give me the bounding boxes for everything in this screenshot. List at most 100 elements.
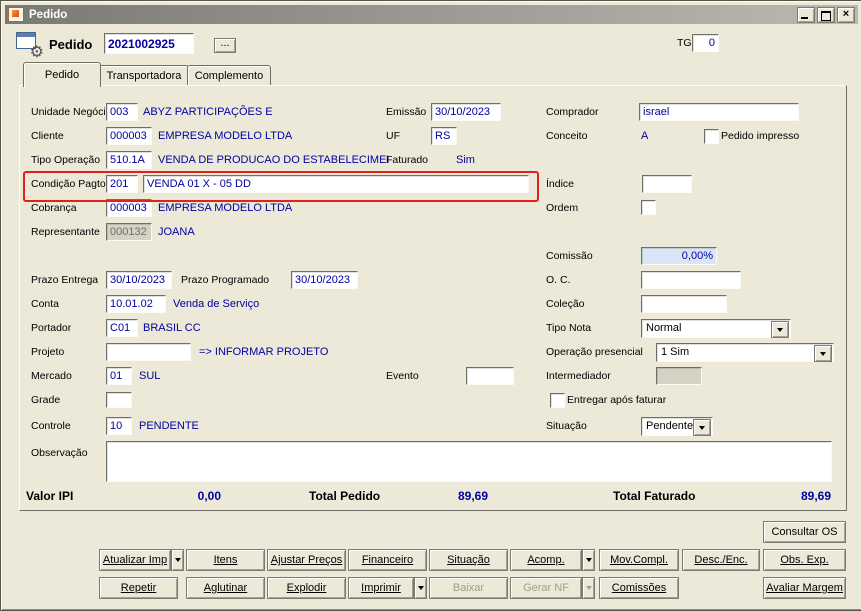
itens-label: Itens	[213, 554, 238, 566]
imprimir-button[interactable]: Imprimir	[348, 577, 414, 599]
indice-input[interactable]	[642, 175, 692, 193]
order-browse-label: ...	[220, 37, 230, 49]
tg-label: TG	[677, 37, 692, 49]
comprador-label: Comprador	[546, 106, 599, 118]
mov-compl-label: Mov.Compl.	[610, 554, 668, 566]
prazo-programado-label: Prazo Programado	[181, 274, 270, 286]
unidade-negocio-code-input[interactable]	[106, 103, 138, 121]
conta-code-input[interactable]	[106, 295, 166, 313]
pedido-impresso-checkbox[interactable]	[704, 129, 719, 144]
desc-enc-button[interactable]: Desc./Enc.	[682, 549, 760, 571]
pedido-impresso-label: Pedido impresso	[721, 130, 800, 142]
tg-input[interactable]	[692, 34, 719, 52]
conceito-value: A	[641, 130, 649, 142]
operacao-presencial-dropdown-button[interactable]	[814, 345, 832, 362]
atualizar-imp-button[interactable]: Atualizar Imp	[99, 549, 171, 571]
acomp-button[interactable]: Acomp.	[510, 549, 582, 571]
window-glyph-bar	[17, 33, 35, 37]
cliente-code-input[interactable]	[106, 127, 152, 145]
operacao-presencial-select[interactable]: 1 Sim	[656, 343, 834, 362]
comissao-label: Comissão	[546, 250, 593, 262]
close-button[interactable]: ×	[837, 6, 855, 23]
oc-input[interactable]	[641, 271, 741, 289]
entregar-apos-faturar-checkbox[interactable]	[550, 393, 565, 408]
explodir-button[interactable]: Explodir	[267, 577, 346, 599]
observacao-label: Observação	[31, 447, 88, 459]
comissoes-button[interactable]: Comissões	[599, 577, 679, 599]
comissao-input[interactable]	[641, 247, 717, 265]
avaliar-margem-button[interactable]: Avaliar Margem	[763, 577, 846, 599]
atualizar-imp-dropdown-button[interactable]	[171, 549, 184, 571]
controle-code-input[interactable]	[106, 417, 132, 435]
repetir-label: Repetir	[120, 582, 157, 594]
window-controls: ×	[797, 6, 855, 23]
situacao-button[interactable]: Situação	[429, 549, 508, 571]
imprimir-label: Imprimir	[361, 582, 401, 594]
total-pedido-label: Total Pedido	[309, 489, 381, 503]
chevron-down-icon	[699, 425, 705, 430]
itens-button[interactable]: Itens	[186, 549, 265, 571]
portador-code-input[interactable]	[106, 319, 138, 337]
emissao-label: Emissão	[386, 106, 427, 118]
faturado-label: Faturado	[386, 154, 429, 166]
faturado-value: Sim	[456, 154, 475, 166]
condicao-pagto-code-input[interactable]	[106, 175, 138, 193]
comprador-input[interactable]	[639, 103, 799, 121]
mercado-code-input[interactable]	[106, 367, 132, 385]
valor-ipi-label: Valor IPI	[26, 489, 74, 503]
maximize-button[interactable]	[817, 6, 835, 23]
emissao-input[interactable]	[431, 103, 501, 121]
acomp-label: Acomp.	[527, 554, 565, 566]
evento-input[interactable]	[466, 367, 514, 385]
maximize-icon	[821, 10, 831, 21]
indice-label: Índice	[546, 178, 575, 190]
tipo-nota-dropdown-button[interactable]	[771, 321, 789, 338]
cobranca-code-input[interactable]	[106, 199, 152, 217]
order-browse-button[interactable]: ...	[214, 38, 236, 53]
repetir-button[interactable]: Repetir	[99, 577, 178, 599]
tipo-nota-label: Tipo Nota	[546, 322, 592, 334]
operacao-presencial-label: Operação presencial	[546, 346, 643, 358]
ordem-label: Ordem	[546, 202, 579, 214]
total-faturado-label: Total Faturado	[613, 489, 696, 503]
tab-transportadora[interactable]: Transportadora	[99, 65, 189, 86]
financeiro-label: Financeiro	[361, 554, 414, 566]
total-faturado-value: 89,69	[800, 489, 831, 503]
chevron-down-icon	[585, 558, 592, 562]
colecao-input[interactable]	[641, 295, 727, 313]
ajustar-precos-button[interactable]: Ajustar Preços	[267, 549, 346, 571]
prazo-programado-input[interactable]	[291, 271, 358, 289]
condicao-pagto-desc-input[interactable]	[143, 175, 529, 193]
tipo-nota-select[interactable]: Normal	[641, 319, 791, 338]
projeto-label: Projeto	[31, 346, 65, 358]
prazo-entrega-input[interactable]	[106, 271, 172, 289]
situacao-dropdown-button[interactable]	[693, 419, 711, 436]
representante-code-input	[106, 223, 152, 241]
aglutinar-button[interactable]: Aglutinar	[186, 577, 265, 599]
order-number-input[interactable]	[104, 33, 194, 54]
chevron-down-icon	[777, 327, 783, 332]
minimize-button[interactable]	[797, 6, 815, 23]
mov-compl-button[interactable]: Mov.Compl.	[599, 549, 679, 571]
projeto-code-input[interactable]	[106, 343, 191, 361]
uf-input[interactable]	[431, 127, 457, 145]
imprimir-dropdown-button[interactable]	[414, 577, 427, 599]
valor-ipi-value: 0,00	[197, 489, 221, 503]
obs-exp-button[interactable]: Obs. Exp.	[763, 549, 846, 571]
app-icon	[8, 7, 24, 22]
situacao-select[interactable]: Pendente	[641, 417, 713, 436]
acomp-dropdown-button[interactable]	[582, 549, 595, 571]
tab-complemento[interactable]: Complemento	[187, 65, 271, 86]
conta-label: Conta	[31, 298, 60, 310]
financeiro-button[interactable]: Financeiro	[348, 549, 427, 571]
ordem-input[interactable]	[641, 200, 656, 215]
tipo-operacao-code-input[interactable]	[106, 151, 152, 169]
tab-pedido[interactable]: Pedido	[23, 62, 101, 87]
observacao-textarea[interactable]	[106, 441, 832, 482]
chevron-down-icon	[174, 558, 181, 562]
consultar-os-label: Consultar OS	[771, 526, 838, 538]
consultar-os-button[interactable]: Consultar OS	[763, 521, 846, 543]
grade-input[interactable]	[106, 392, 132, 408]
situacao-value: Pendente	[646, 420, 694, 432]
window-title: Pedido	[29, 8, 68, 21]
